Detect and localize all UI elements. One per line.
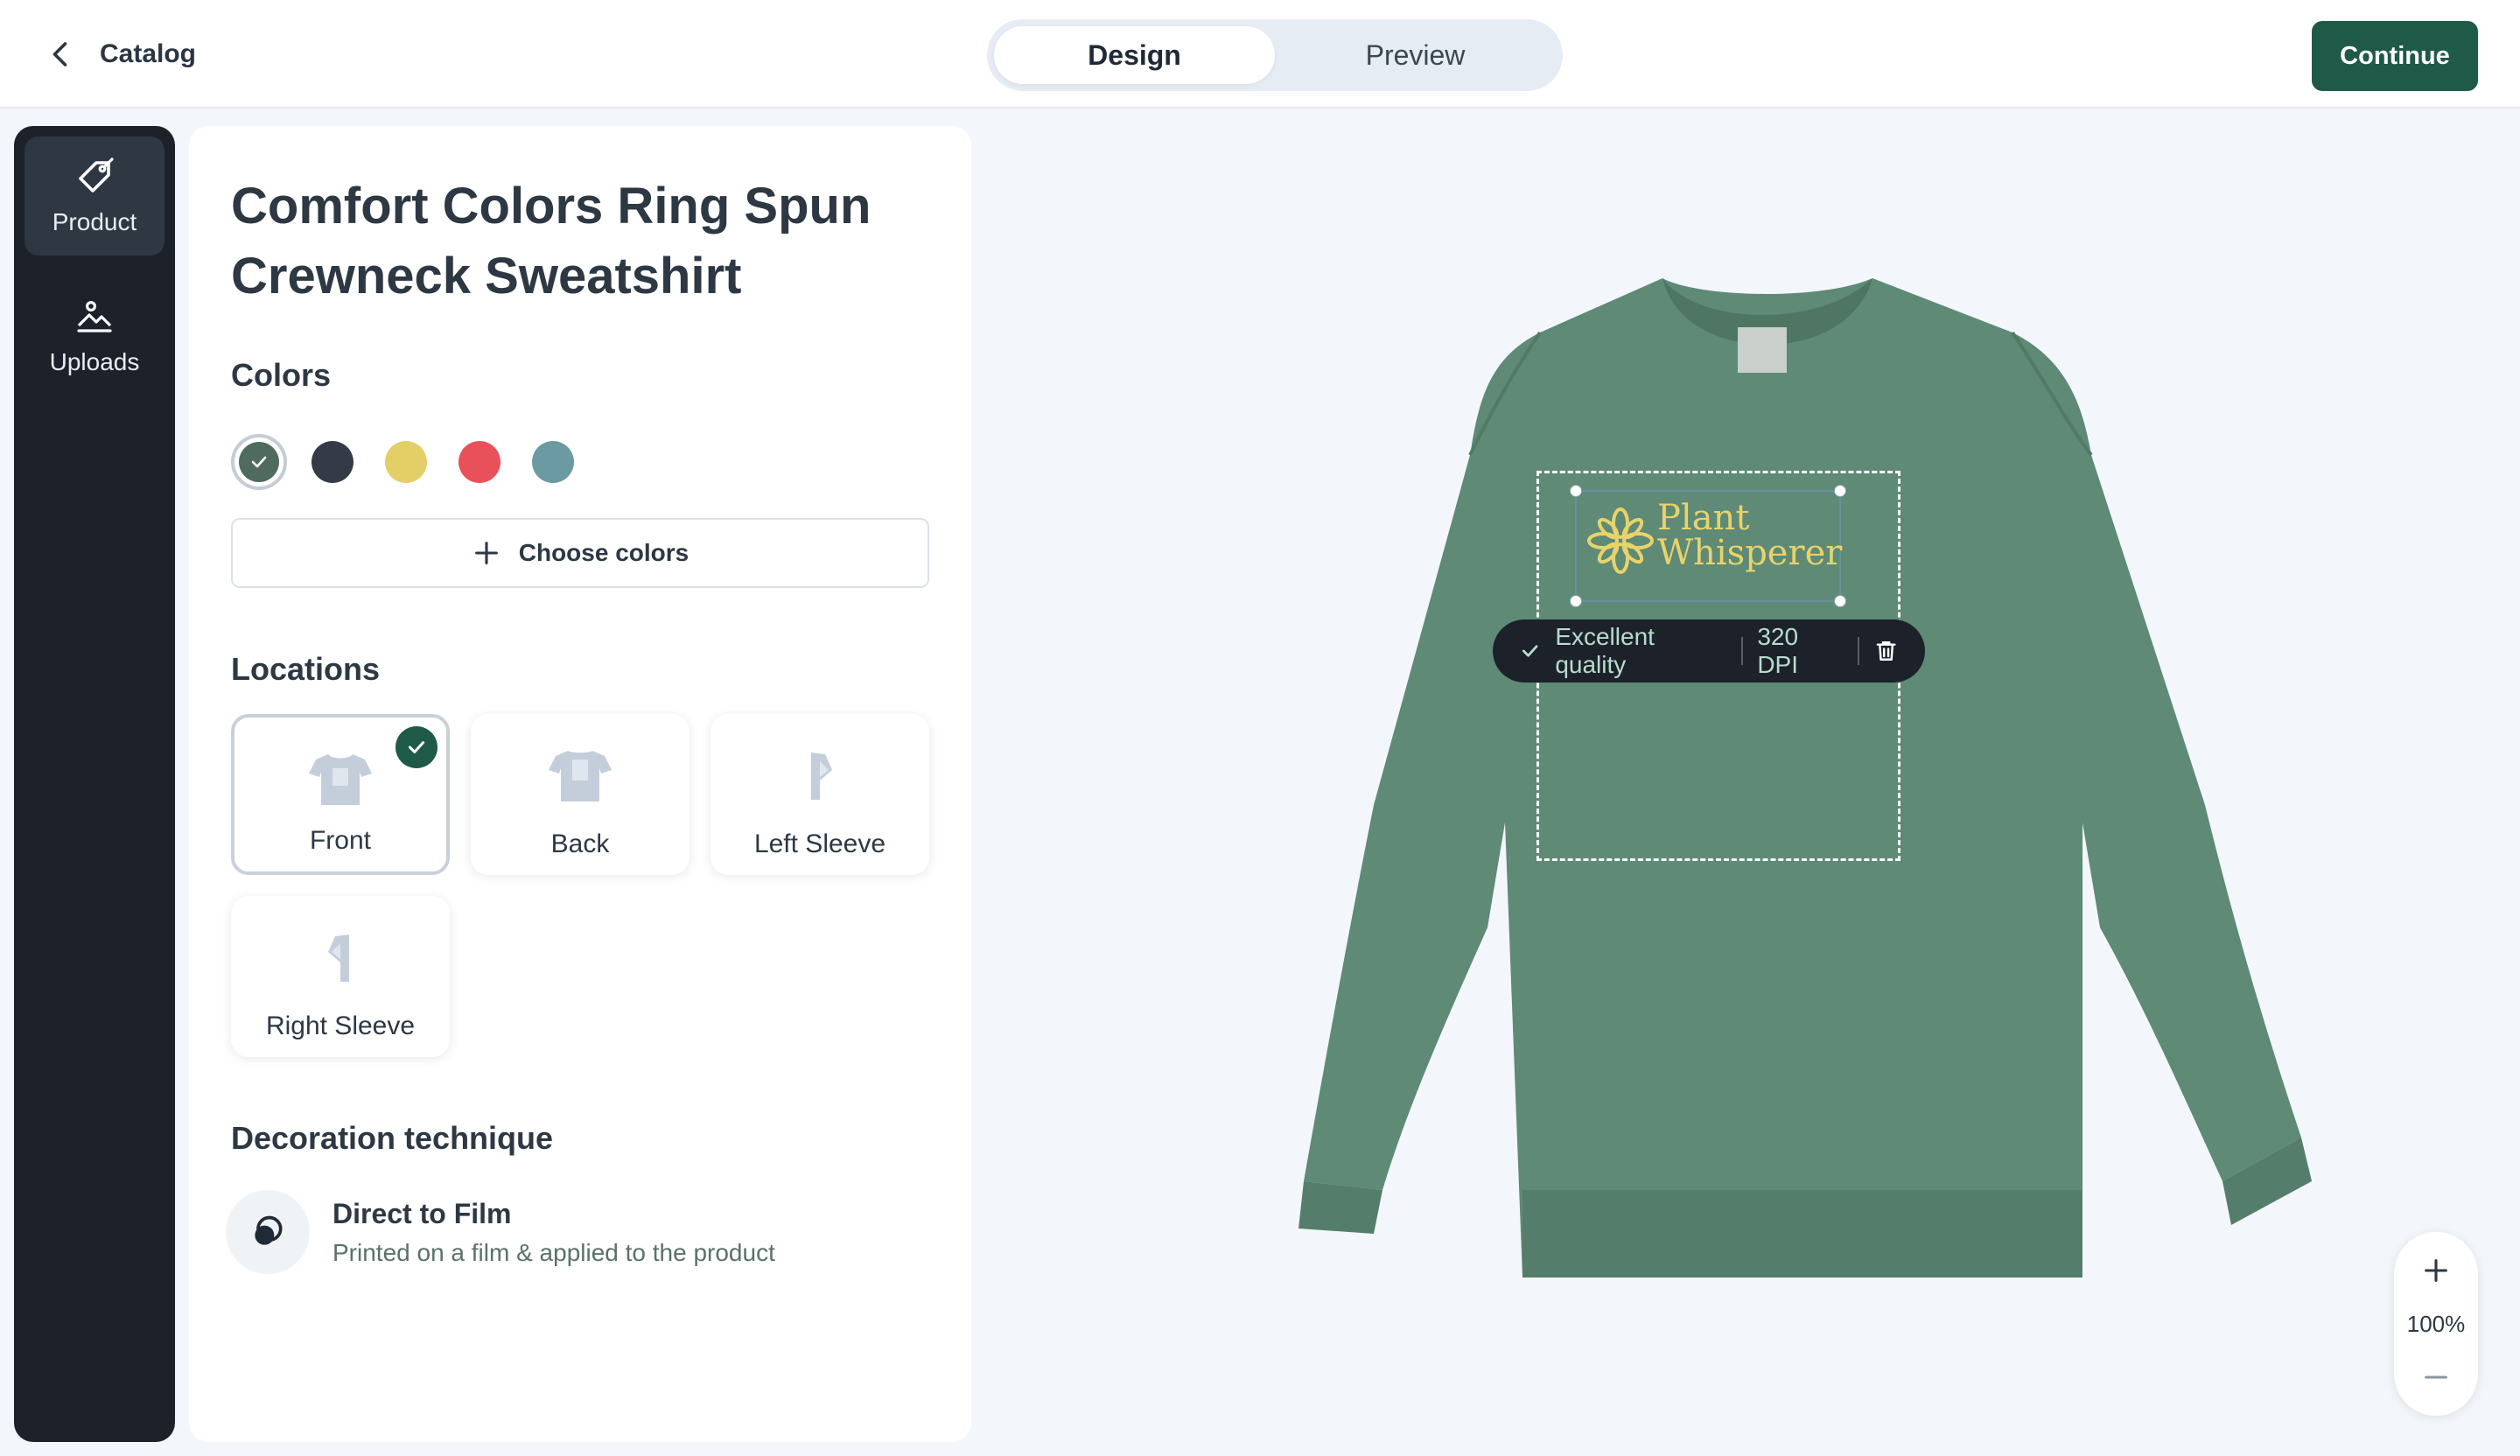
film-icon — [226, 1190, 310, 1274]
location-label: Right Sleeve — [265, 1012, 416, 1040]
choose-colors-button[interactable]: Choose colors — [231, 518, 929, 588]
design-text-line2: Whisperer — [1657, 533, 1843, 573]
resize-handle-bottom-left[interactable] — [1570, 595, 1582, 607]
selected-check-badge — [396, 726, 438, 768]
chevron-left-icon — [52, 42, 67, 66]
plus-icon — [2425, 1259, 2447, 1282]
continue-button[interactable]: Continue — [2312, 21, 2478, 91]
location-card-front[interactable]: Front — [231, 714, 450, 875]
design-text: Plant Whisperer — [1657, 500, 1842, 570]
locations-heading: Locations — [231, 651, 381, 687]
zoom-level: 100% — [2406, 1310, 2466, 1337]
zoom-control: 100% — [2394, 1232, 2478, 1416]
location-card-right-sleeve[interactable]: Right Sleeve — [231, 896, 450, 1057]
tshirt-front-icon — [309, 754, 372, 805]
design-selection[interactable]: Plant Whisperer — [1570, 485, 1846, 607]
rail-item-uploads[interactable]: Uploads — [24, 276, 164, 396]
check-icon — [251, 456, 267, 468]
flower-logo-icon — [1587, 508, 1654, 574]
colors-heading: Colors — [231, 357, 332, 393]
check-icon — [1522, 645, 1538, 657]
location-label: Back — [550, 830, 610, 858]
divider — [1741, 637, 1744, 665]
decoration-option[interactable]: Direct to Film Printed on a film & appli… — [226, 1190, 775, 1274]
swatch-fill — [239, 442, 279, 482]
color-swatch-charcoal[interactable] — [304, 434, 360, 490]
quality-toolbar: Excellent quality 320 DPI — [1493, 620, 1925, 682]
minus-icon — [2425, 1376, 2447, 1379]
choose-colors-label: Choose colors — [518, 539, 690, 566]
location-card-back[interactable]: Back — [471, 714, 690, 875]
zoom-out-button[interactable] — [2415, 1356, 2457, 1398]
left-rail: Product Uploads — [14, 126, 175, 1442]
check-icon — [408, 741, 425, 753]
color-swatches — [231, 434, 581, 490]
resize-handle-bottom-right[interactable] — [1834, 595, 1846, 607]
resize-handle-top-right[interactable] — [1834, 485, 1846, 497]
color-swatch-yellow[interactable] — [378, 434, 434, 490]
left-sleeve-icon — [811, 752, 832, 800]
back-label: Catalog — [100, 39, 197, 68]
rail-item-product[interactable]: Product — [24, 136, 164, 256]
design-text-line1: Plant — [1657, 498, 1750, 538]
decoration-description: Printed on a film & applied to the produ… — [332, 1238, 775, 1266]
resize-handle-top-left[interactable] — [1570, 485, 1582, 497]
location-label: Front — [309, 826, 372, 855]
dpi-label: 320 DPI — [1757, 623, 1799, 678]
tab-preview[interactable]: Preview — [1275, 26, 1556, 84]
decoration-heading: Decoration technique — [231, 1120, 554, 1156]
tshirt-back-icon — [549, 751, 612, 802]
tab-design[interactable]: Design — [994, 26, 1275, 84]
quality-label: Excellent quality — [1555, 623, 1655, 678]
plus-icon — [474, 542, 498, 564]
image-icon — [77, 300, 112, 332]
top-bar: Catalog Design Preview Continue — [0, 0, 2520, 108]
right-sleeve-icon — [328, 934, 349, 982]
color-swatch-teal[interactable] — [525, 434, 581, 490]
tag-icon — [79, 158, 114, 192]
decoration-name: Direct to Film — [332, 1197, 512, 1229]
product-title: Comfort Colors Ring Spun Crewneck Sweats… — [231, 178, 872, 304]
rail-item-label: Product — [52, 208, 137, 235]
color-swatch-sage[interactable] — [231, 434, 287, 490]
divider — [1857, 637, 1859, 665]
back-to-catalog-link[interactable]: Catalog — [46, 33, 196, 75]
mode-toggle: Design Preview — [987, 19, 1563, 91]
trash-icon[interactable] — [1873, 638, 1899, 664]
color-swatch-red[interactable] — [452, 434, 508, 490]
location-label: Left Sleeve — [753, 830, 886, 858]
zoom-in-button[interactable] — [2415, 1250, 2457, 1292]
location-card-left-sleeve[interactable]: Left Sleeve — [710, 714, 929, 875]
product-panel: Comfort Colors Ring Spun Crewneck Sweats… — [189, 126, 971, 1442]
rail-item-label: Uploads — [49, 348, 140, 375]
